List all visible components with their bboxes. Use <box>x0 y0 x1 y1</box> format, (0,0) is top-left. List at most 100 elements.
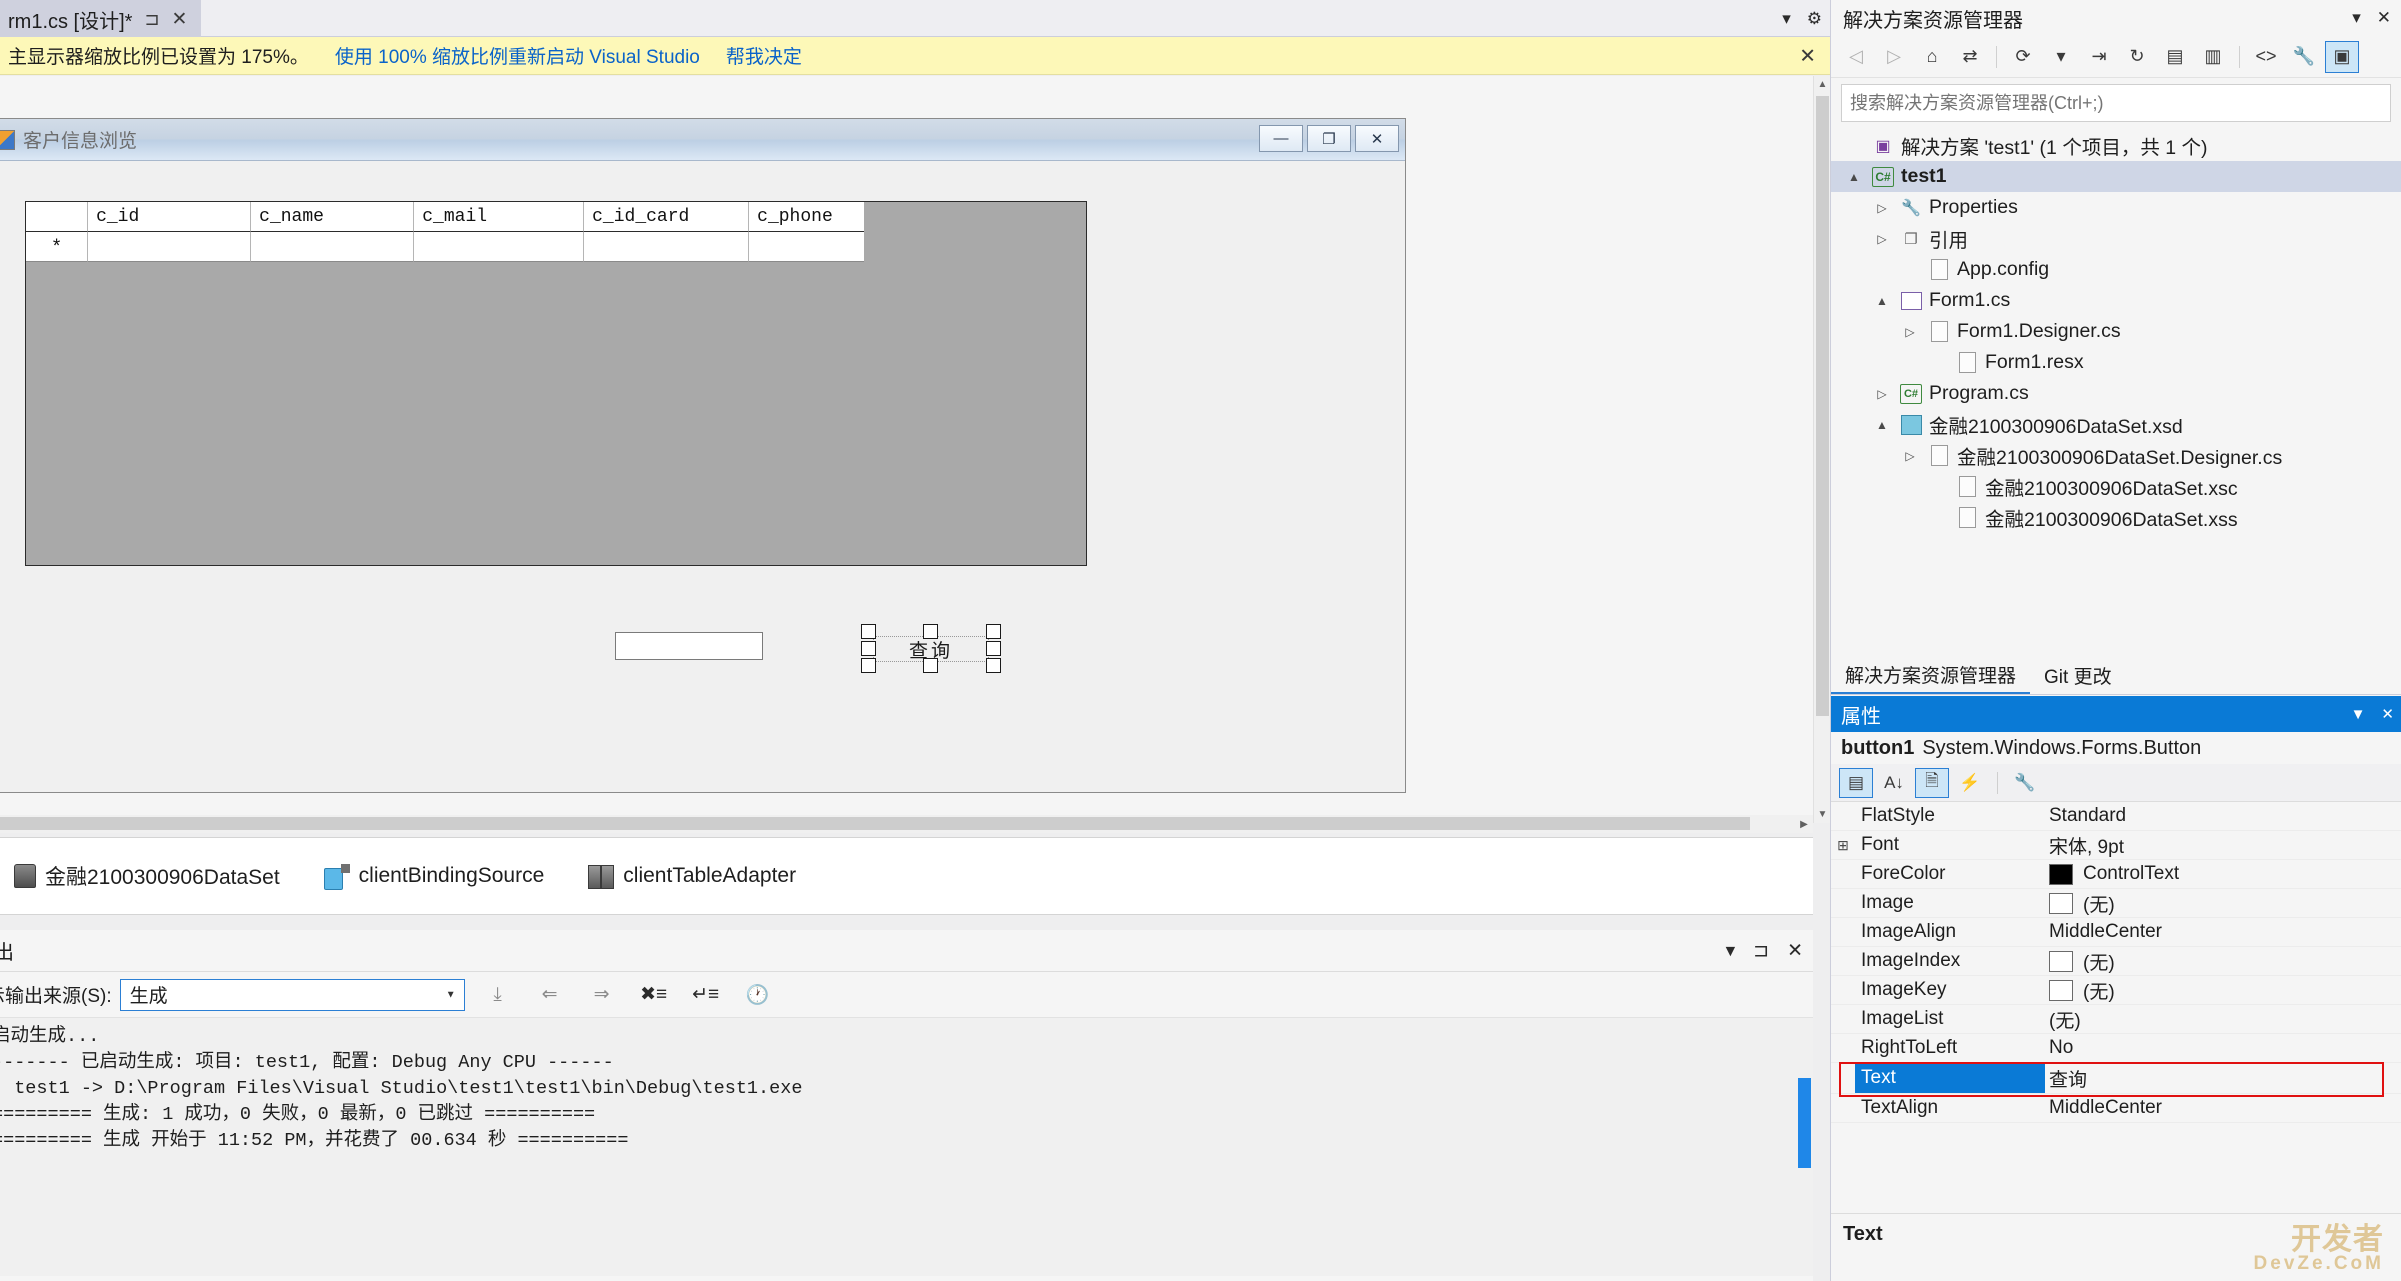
resize-handle-nw[interactable] <box>861 624 876 639</box>
search-input[interactable] <box>1850 92 2390 114</box>
minimize-button[interactable]: — <box>1259 125 1303 152</box>
designer-vertical-scrollbar[interactable]: ▲ ▼ <box>1813 76 1830 823</box>
refresh-group-icon[interactable]: ⟳ <box>2006 41 2040 73</box>
categorized-icon[interactable]: ▤ <box>1839 767 1873 798</box>
property-value-wrap[interactable]: (无) <box>2045 948 2401 975</box>
property-row-text[interactable]: Text 查询 <box>1831 1063 2401 1094</box>
alphabetical-icon[interactable]: A↓ <box>1877 768 1911 798</box>
gear-icon[interactable]: ⚙ <box>1807 9 1822 29</box>
property-row-font[interactable]: ⊞ Font 宋体, 9pt <box>1831 831 2401 860</box>
chevron-down-icon[interactable]: ▾ <box>2352 8 2361 28</box>
grid-header-cell[interactable] <box>26 202 89 232</box>
tree-expander[interactable]: ▷ <box>1899 325 1921 339</box>
solution-explorer-search[interactable] <box>1841 84 2391 122</box>
scrollbar-thumb[interactable] <box>1816 96 1829 716</box>
tree-expander[interactable]: ▷ <box>1871 387 1893 401</box>
help-me-decide-link[interactable]: 帮我决定 <box>726 42 802 69</box>
properties-pane-icon[interactable]: ▥ <box>2196 41 2230 73</box>
tree-row-dataset-xsd[interactable]: ▲ 金融2100300906DataSet.xsd <box>1831 409 2401 440</box>
tab-form1-designer[interactable]: rm1.cs [设计]* ⊐ ✕ <box>0 0 202 37</box>
restart-at-100-percent-link[interactable]: 使用 100% 缩放比例重新启动 Visual Studio <box>335 42 700 69</box>
designer-horizontal-scrollbar[interactable]: ▶ <box>0 815 1813 833</box>
resize-handle-s[interactable] <box>923 658 938 673</box>
scrollbar-thumb[interactable] <box>0 817 1750 830</box>
resize-handle-sw[interactable] <box>861 658 876 673</box>
next-icon[interactable]: ⇒ <box>583 979 621 1011</box>
output-text-area[interactable]: 启动生成... ------- 已启动生成: 项目: test1, 配置: De… <box>0 1018 1813 1276</box>
tree-row-dataset-xsc[interactable]: 金融2100300906DataSet.xsc <box>1831 471 2401 502</box>
tree-row-properties[interactable]: ▷ 🔧 Properties <box>1831 192 2401 223</box>
maximize-button[interactable]: ❐ <box>1307 125 1351 152</box>
forward-icon[interactable]: ▷ <box>1877 41 1911 73</box>
tree-row-form1-resx[interactable]: Form1.resx <box>1831 347 2401 378</box>
prev-icon[interactable]: ⇐ <box>531 979 569 1011</box>
refresh-icon[interactable]: ↻ <box>2120 41 2154 73</box>
property-row-flatstyle[interactable]: FlatStyle Standard <box>1831 802 2401 831</box>
property-value[interactable]: Standard <box>2045 805 2401 827</box>
word-wrap-icon[interactable]: ↵≡ <box>687 979 725 1011</box>
tree-row-project-test1[interactable]: ▲ C# test1 <box>1831 161 2401 192</box>
close-button[interactable]: ✕ <box>1355 125 1399 152</box>
tree-row-dataset-designer-cs[interactable]: ▷ 金融2100300906DataSet.Designer.cs <box>1831 440 2401 471</box>
property-value[interactable]: No <box>2045 1037 2401 1059</box>
property-row-imageindex[interactable]: ImageIndex (无) <box>1831 947 2401 976</box>
resize-handle-e[interactable] <box>986 641 1001 656</box>
chevron-down-icon[interactable]: ▼ <box>446 989 456 1000</box>
property-row-textalign[interactable]: TextAlign MiddleCenter <box>1831 1094 2401 1123</box>
properties-window-icon[interactable]: 🔧 <box>2287 41 2321 73</box>
tree-expander[interactable]: ▷ <box>1871 201 1893 215</box>
tray-item-binding-source[interactable]: clientBindingSource <box>302 864 567 890</box>
scroll-down-icon[interactable]: ▼ <box>1814 806 1831 823</box>
back-icon[interactable]: ◁ <box>1839 41 1873 73</box>
tree-expander[interactable]: ▲ <box>1843 170 1865 184</box>
property-value[interactable]: (无) <box>2045 1006 2401 1033</box>
close-icon[interactable]: ✕ <box>2381 705 2394 723</box>
property-value-text[interactable]: 查询 <box>2045 1065 2401 1092</box>
tab-git-changes[interactable]: Git 更改 <box>2030 656 2126 694</box>
grid-header-cell[interactable]: c_id <box>88 202 252 232</box>
tab-solution-explorer[interactable]: 解决方案资源管理器 <box>1831 656 2031 694</box>
output-source-select[interactable]: 生成 ▼ <box>119 978 465 1011</box>
property-row-image[interactable]: Image (无) <box>1831 889 2401 918</box>
resize-handle-se[interactable] <box>986 658 1001 673</box>
jump-to-icon[interactable]: ⤓ <box>479 979 517 1011</box>
home-icon[interactable]: ⌂ <box>1915 41 1949 73</box>
query-button-selection[interactable]: 查询 <box>861 624 1001 674</box>
scroll-up-icon[interactable]: ▲ <box>1814 76 1831 93</box>
form-designer-surface[interactable]: 客户信息浏览 — ❐ ✕ c_id c_name c_mail c_id_car… <box>0 76 1813 823</box>
tray-item-table-adapter[interactable]: clientTableAdapter <box>566 864 818 889</box>
resize-handle-n[interactable] <box>923 624 938 639</box>
grid-header-cell[interactable]: c_mail <box>414 202 585 232</box>
grid-cell[interactable] <box>251 232 415 262</box>
tree-row-solution[interactable]: ▣ 解决方案 'test1' (1 个项目，共 1 个) <box>1831 130 2401 161</box>
chevron-down-icon[interactable]: ▾ <box>1782 9 1791 29</box>
output-vertical-scrollbar[interactable] <box>1796 1018 1813 1276</box>
preview-selected-items-icon[interactable]: ▣ <box>2325 40 2359 73</box>
collapse-all-icon[interactable]: ⇥ <box>2082 41 2116 73</box>
show-all-files-icon[interactable]: ▤ <box>2158 41 2192 73</box>
property-value[interactable]: 宋体, 9pt <box>2045 832 2401 859</box>
property-row-forecolor[interactable]: ForeColor ControlText <box>1831 860 2401 889</box>
sync-with-active-document-icon[interactable]: ⇄ <box>1953 41 1987 73</box>
tree-expander[interactable]: ▲ <box>1871 418 1893 432</box>
scroll-right-icon[interactable]: ▶ <box>1795 815 1813 833</box>
tray-item-dataset[interactable]: 金融2100300906DataSet <box>0 861 302 891</box>
clear-all-icon[interactable]: ✖≡ <box>635 979 673 1011</box>
tree-expander[interactable]: ▷ <box>1871 232 1893 246</box>
tree-row-form1-designer-cs[interactable]: ▷ Form1.Designer.cs <box>1831 316 2401 347</box>
property-expander[interactable]: ⊞ <box>1831 837 1855 854</box>
tree-row-references[interactable]: ▷ ❐ 引用 <box>1831 223 2401 254</box>
close-icon[interactable]: ✕ <box>1787 939 1803 962</box>
events-icon[interactable]: ⚡ <box>1953 768 1987 798</box>
pin-icon[interactable]: ⊐ <box>144 10 159 28</box>
property-row-imagekey[interactable]: ImageKey (无) <box>1831 976 2401 1005</box>
property-value[interactable]: MiddleCenter <box>2045 1097 2401 1119</box>
chevron-down-icon[interactable]: ▾ <box>2044 41 2078 73</box>
scrollbar-thumb[interactable] <box>1798 1078 1811 1168</box>
chevron-down-icon[interactable]: ▾ <box>1726 939 1736 962</box>
tree-row-dataset-xss[interactable]: 金融2100300906DataSet.xss <box>1831 502 2401 533</box>
pin-icon[interactable]: ⊐ <box>1753 939 1769 962</box>
property-row-imagealign[interactable]: ImageAlign MiddleCenter <box>1831 918 2401 947</box>
grid-header-cell[interactable]: c_name <box>251 202 415 232</box>
tree-row-program-cs[interactable]: ▷ C# Program.cs <box>1831 378 2401 409</box>
